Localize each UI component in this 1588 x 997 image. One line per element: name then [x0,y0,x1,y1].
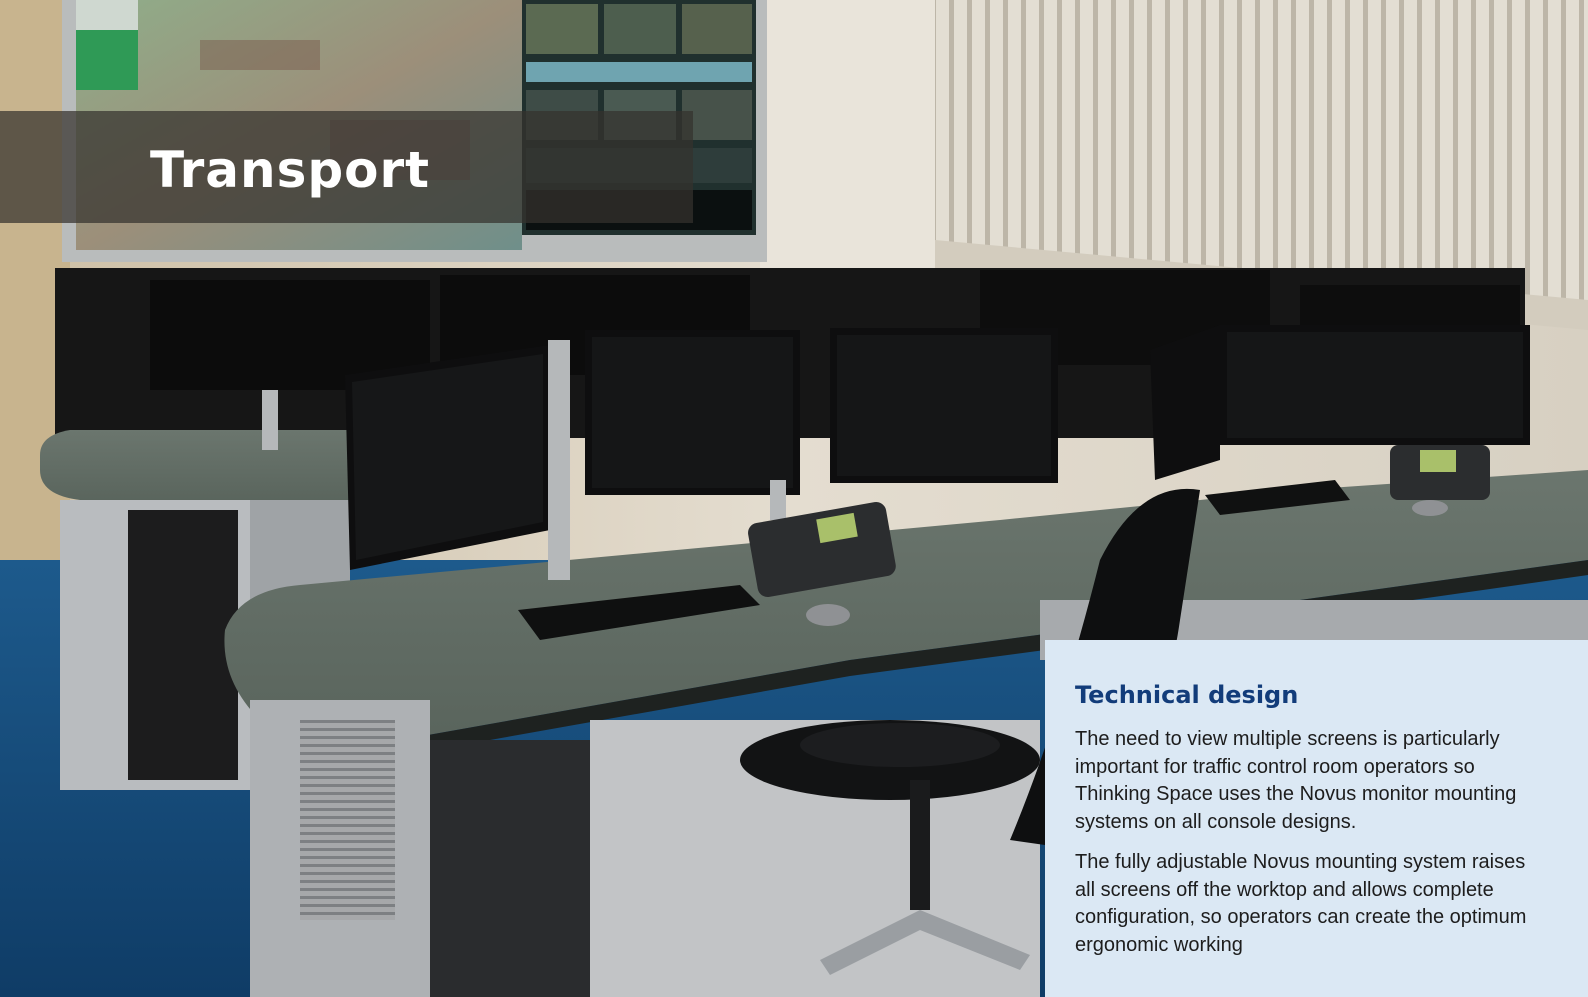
technical-design-panel: Technical design The need to view multip… [1045,640,1588,997]
section-title: Transport [150,141,431,199]
panel-heading: Technical design [1075,681,1299,709]
panel-paragraph-2: The fully adjustable Novus mounting syst… [1075,850,1527,956]
panel-paragraph-1: The need to view multiple screens is par… [1075,728,1517,834]
